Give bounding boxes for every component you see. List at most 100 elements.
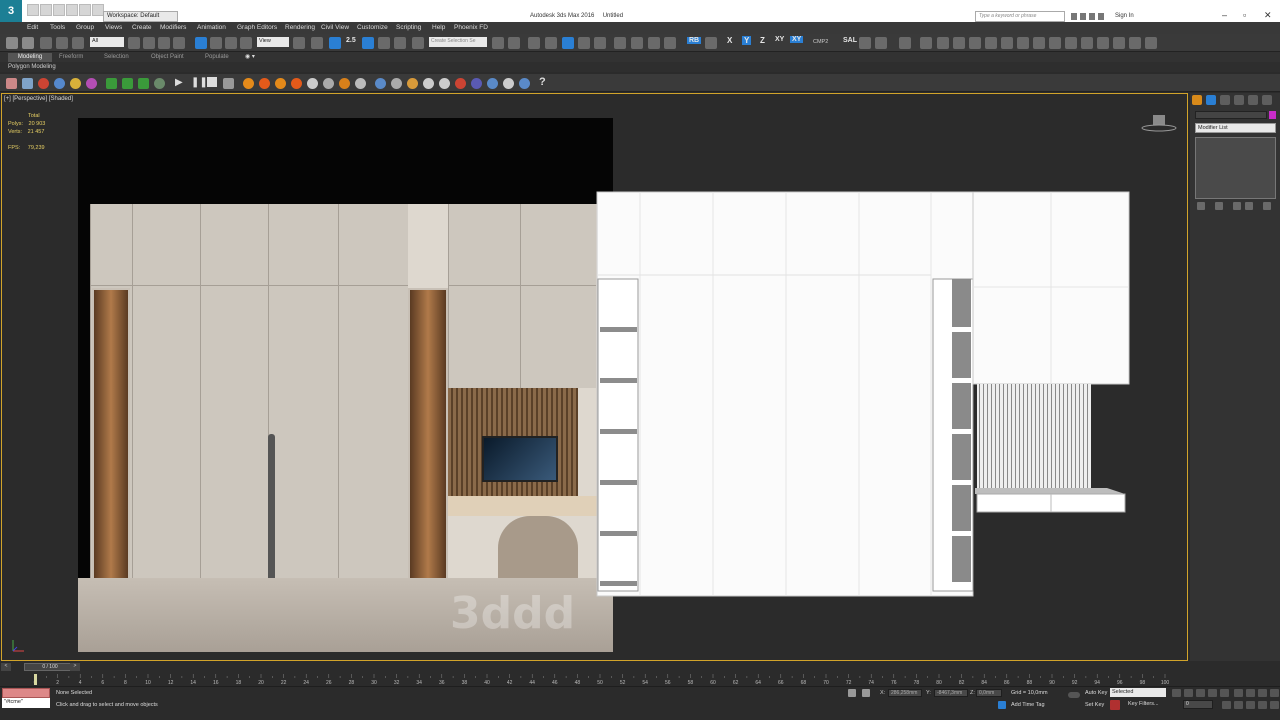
- tool-icon-m[interactable]: [1129, 37, 1141, 49]
- previous-frame-icon[interactable]: [1184, 689, 1193, 697]
- teapot-tool-icon[interactable]: [875, 37, 887, 49]
- pan-view-icon[interactable]: [1246, 701, 1255, 709]
- time-slider[interactable]: 0 / 100: [24, 663, 76, 671]
- key-filters-button[interactable]: Key Filters...: [1128, 701, 1159, 707]
- reference-coordinate-dropdown[interactable]: View: [257, 37, 289, 47]
- add-time-tag-button[interactable]: Add Time Tag: [1011, 702, 1045, 708]
- menu-customize[interactable]: Customize: [357, 24, 388, 31]
- maximize-icon[interactable]: ▫: [1243, 10, 1246, 20]
- select-and-scale-icon[interactable]: [225, 37, 237, 49]
- cube-green-icon[interactable]: [138, 78, 149, 89]
- selection-filter-dropdown[interactable]: All: [90, 37, 124, 47]
- maxscript-mini-input[interactable]: "#tcme": [2, 698, 50, 708]
- trash-icon[interactable]: [223, 78, 234, 89]
- ship-icon[interactable]: [503, 78, 514, 89]
- time-tag-icon[interactable]: [998, 701, 1006, 709]
- set-key-button[interactable]: Set Key: [1085, 702, 1104, 708]
- tab-populate[interactable]: Populate: [205, 54, 229, 60]
- select-and-move-icon[interactable]: [195, 37, 207, 49]
- snaps-toggle-label[interactable]: 2.5: [346, 37, 356, 44]
- render-production-icon[interactable]: [648, 37, 660, 49]
- axis-xy-button[interactable]: XY: [775, 36, 784, 43]
- lock-selection-icon[interactable]: [848, 689, 856, 697]
- current-time-marker[interactable]: [34, 674, 37, 685]
- tab-object-paint[interactable]: Object Paint: [151, 54, 184, 60]
- shelf-icon[interactable]: [439, 78, 450, 89]
- redo-icon[interactable]: [79, 4, 91, 16]
- new-file-icon[interactable]: [27, 4, 39, 16]
- tool-icon-c[interactable]: [969, 37, 981, 49]
- axis-xy-active-button[interactable]: XY: [790, 36, 804, 43]
- go-to-end-icon[interactable]: [1220, 689, 1229, 697]
- tool-blue-1-icon[interactable]: [375, 78, 386, 89]
- particle-flow-icon[interactable]: [86, 78, 97, 89]
- create-tab-icon[interactable]: [1192, 95, 1202, 105]
- orbit-icon[interactable]: [1258, 701, 1267, 709]
- align-icon[interactable]: [508, 37, 520, 49]
- tool-icon-e[interactable]: [1001, 37, 1013, 49]
- wardrobe-3d-model[interactable]: [596, 191, 1130, 597]
- configure-modifier-sets-icon[interactable]: [1263, 202, 1271, 210]
- curve-editor-icon[interactable]: [562, 37, 574, 49]
- zoom-icon[interactable]: [1234, 689, 1243, 697]
- pivot-center-icon[interactable]: [293, 37, 305, 49]
- menu-create[interactable]: Create: [132, 24, 152, 31]
- auto-key-button[interactable]: Auto Key: [1085, 690, 1107, 696]
- make-unique-icon[interactable]: [1233, 202, 1241, 210]
- cmp-button[interactable]: CMP2: [813, 39, 828, 45]
- field-of-view-icon[interactable]: [1234, 701, 1243, 709]
- zoom-extents-all-icon[interactable]: [1270, 689, 1279, 697]
- time-slider-next-icon[interactable]: >: [70, 663, 80, 671]
- planar-icon[interactable]: [70, 78, 81, 89]
- light-tool-icon[interactable]: [920, 37, 932, 49]
- tool-icon-j[interactable]: [1081, 37, 1093, 49]
- menu-help[interactable]: Help: [432, 24, 445, 31]
- menu-tools[interactable]: Tools: [50, 24, 65, 31]
- water-icon[interactable]: [519, 78, 530, 89]
- wave-icon[interactable]: [307, 78, 318, 89]
- maximize-viewport-icon[interactable]: [1270, 701, 1279, 709]
- remove-modifier-icon[interactable]: [1245, 202, 1253, 210]
- viewcube-icon[interactable]: [1141, 112, 1177, 134]
- tool-icon-h[interactable]: [1049, 37, 1061, 49]
- menu-phoenix-fd[interactable]: Phoenix FD: [454, 24, 488, 31]
- cup-icon[interactable]: [407, 78, 418, 89]
- motion-tab-icon[interactable]: [1234, 95, 1244, 105]
- current-frame-field[interactable]: 0: [1183, 700, 1213, 709]
- schematic-view-icon[interactable]: [578, 37, 590, 49]
- tool-icon-l[interactable]: [1113, 37, 1125, 49]
- pause-icon[interactable]: ❚❚: [191, 77, 208, 88]
- y-coord-field[interactable]: -8467,3mm: [934, 689, 968, 697]
- key-mode-toggle-icon[interactable]: [1222, 701, 1231, 709]
- rectangular-selection-icon[interactable]: [158, 37, 170, 49]
- fire-icon-4[interactable]: [291, 78, 302, 89]
- fire-smoke-sim-icon[interactable]: [6, 78, 17, 89]
- utilities-tab-icon[interactable]: [1262, 95, 1272, 105]
- bind-space-warp-icon[interactable]: [72, 37, 84, 49]
- menu-views[interactable]: Views: [105, 24, 122, 31]
- z-coord-field[interactable]: 0,0mm: [976, 689, 1002, 697]
- menu-modifiers[interactable]: Modifiers: [160, 24, 186, 31]
- redo-icon[interactable]: [22, 37, 34, 49]
- display-tab-icon[interactable]: [1248, 95, 1258, 105]
- tool-grey-1-icon[interactable]: [391, 78, 402, 89]
- object-name-field[interactable]: [1195, 111, 1267, 119]
- undo-icon[interactable]: [66, 4, 78, 16]
- source-icon[interactable]: [38, 78, 49, 89]
- close-icon[interactable]: ✕: [1264, 10, 1272, 21]
- modifier-list-dropdown[interactable]: Modifier List: [1195, 123, 1276, 133]
- tool-icon-f[interactable]: [1017, 37, 1029, 49]
- workspace-dropdown[interactable]: Workspace: Default: [103, 11, 178, 22]
- tool-icon-d[interactable]: [985, 37, 997, 49]
- mirror-icon[interactable]: [492, 37, 504, 49]
- angle-snap-icon[interactable]: [362, 37, 374, 49]
- script-tool-icon[interactable]: [859, 37, 871, 49]
- layer-explorer-icon[interactable]: [528, 37, 540, 49]
- toggle-ribbon-icon[interactable]: [545, 37, 557, 49]
- open-file-icon[interactable]: [40, 4, 52, 16]
- unlink-icon[interactable]: [56, 37, 68, 49]
- next-frame-icon[interactable]: [1208, 689, 1217, 697]
- key-mode-icon[interactable]: [1068, 692, 1080, 698]
- axis-y-button[interactable]: Y: [742, 36, 752, 45]
- teapot-render-icon[interactable]: [664, 37, 676, 49]
